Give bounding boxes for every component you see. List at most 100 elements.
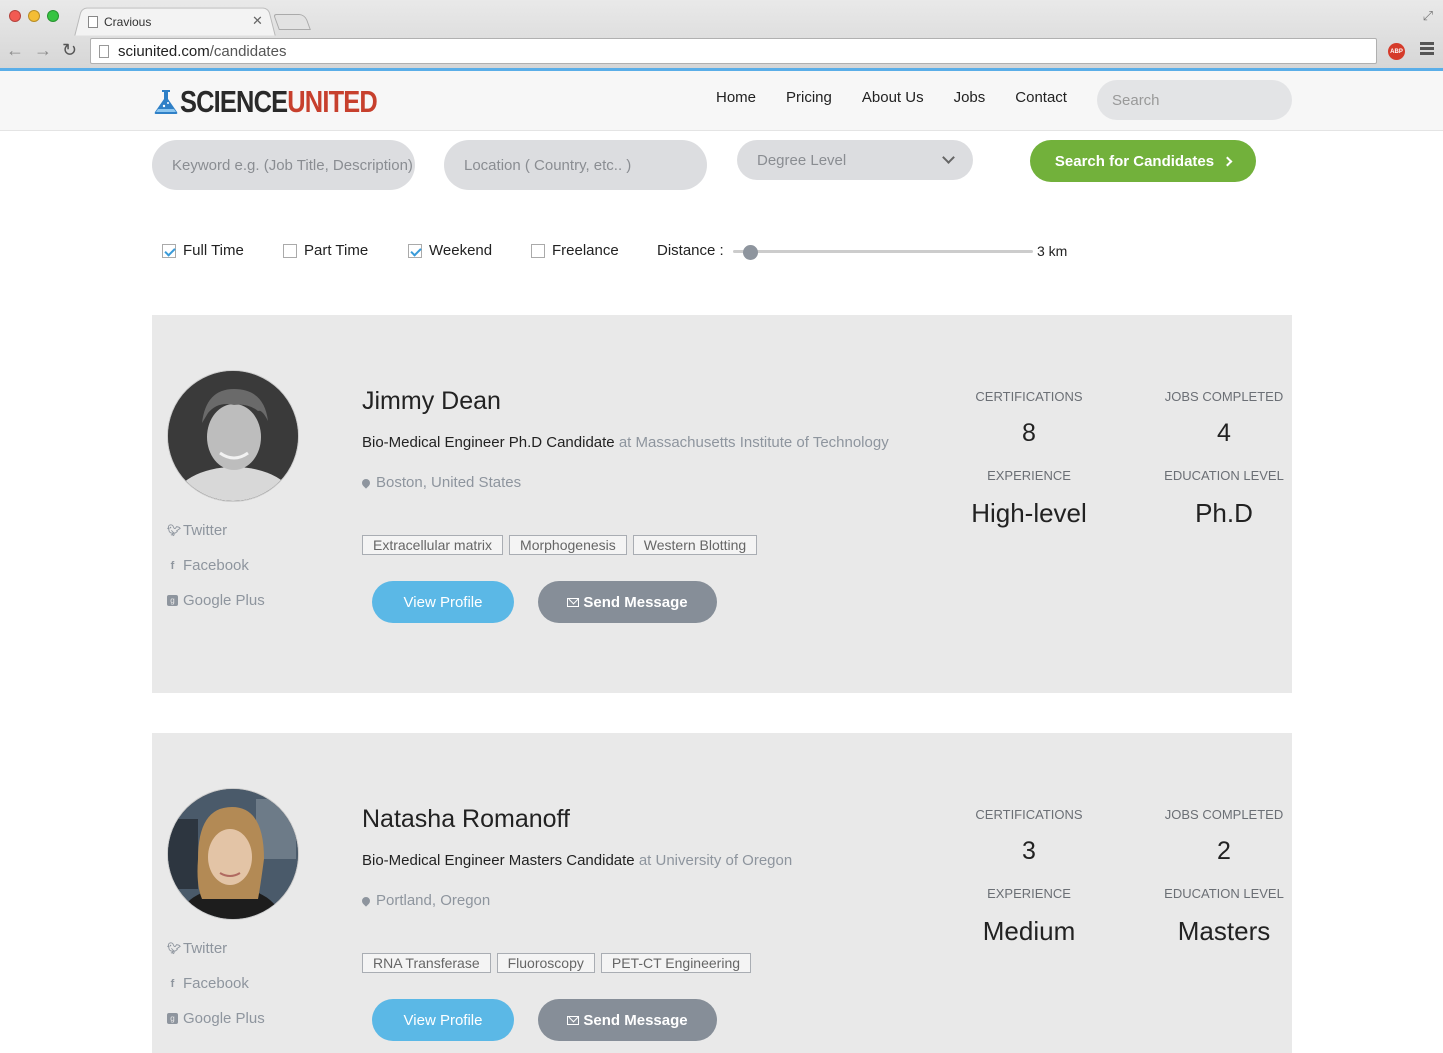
jobs-completed-label: JOBS COMPLETED [1164, 389, 1284, 404]
skill-tag[interactable]: PET-CT Engineering [600, 953, 752, 973]
browser-chrome: Cravious ✕ ⤢ ← → ↻ sciunited.com/candida… [0, 0, 1443, 70]
experience-value: Medium [982, 916, 1076, 946]
close-window-icon[interactable] [9, 10, 21, 22]
skill-tag[interactable]: Morphogenesis [509, 535, 627, 555]
back-icon[interactable]: ← [6, 40, 24, 61]
candidate-role: Bio-Medical Engineer Ph.D Candidate [362, 434, 615, 451]
checkbox-label: Part Time [304, 242, 369, 259]
skill-tag[interactable]: Western Blotting [632, 535, 758, 555]
search-candidates-label: Search for Candidates [1054, 152, 1215, 170]
send-message-button[interactable]: Send Message [538, 999, 717, 1041]
address-bar[interactable]: sciunited.com/candidates [90, 38, 1377, 64]
new-tab-button[interactable] [273, 14, 311, 30]
map-pin-icon [360, 894, 372, 907]
candidate-card: 🐦︎ Twitter f Facebook g Google Plus Jimm… [152, 315, 1292, 693]
send-message-button[interactable]: Send Message [538, 581, 717, 623]
twitter-link[interactable]: 🐦︎ Twitter [167, 522, 227, 539]
zoom-window-icon[interactable] [47, 10, 59, 22]
skill-tag[interactable]: Extracellular matrix [362, 535, 504, 555]
checkbox-full-time[interactable]: Full Time [162, 242, 244, 259]
envelope-icon [567, 1015, 580, 1025]
skill-tag[interactable]: Fluoroscopy [496, 953, 595, 973]
checkbox-box[interactable] [531, 243, 545, 258]
map-pin-icon [360, 476, 372, 489]
checkbox-box[interactable] [408, 243, 422, 258]
avatar[interactable] [167, 370, 299, 502]
minimize-window-icon[interactable] [28, 10, 40, 22]
certifications-label: CERTIFICATIONS [975, 807, 1083, 822]
candidate-title: Bio-Medical Engineer Ph.D Candidate at M… [362, 434, 889, 451]
candidate-location: Portland, Oregon [360, 892, 490, 909]
experience-label: EXPERIENCE [987, 886, 1071, 901]
checkbox-weekend[interactable]: Weekend [408, 242, 492, 259]
keyword-input[interactable] [152, 140, 415, 190]
main-nav: Home Pricing About Us Jobs Contact [716, 89, 1067, 106]
skill-tags: Extracellular matrix Morphogenesis Weste… [362, 535, 758, 555]
checkbox-part-time[interactable]: Part Time [283, 242, 368, 259]
view-profile-button[interactable]: View Profile [372, 999, 514, 1041]
browser-toolbar: ← → ↻ sciunited.com/candidates ABP [0, 36, 1443, 68]
facebook-link[interactable]: f Facebook [167, 975, 249, 992]
avatar[interactable] [167, 788, 299, 920]
candidate-institution: at Massachusetts Institute of Technology [618, 434, 889, 451]
education-level-value: Masters [1177, 916, 1271, 946]
facebook-link[interactable]: f Facebook [167, 557, 249, 574]
url-path: /candidates [209, 42, 287, 60]
candidate-photo [168, 789, 298, 919]
skill-tag[interactable]: RNA Transferase [362, 953, 491, 973]
distance-slider-handle[interactable] [743, 245, 758, 260]
nav-contact[interactable]: Contact [1015, 89, 1067, 106]
distance-slider-track[interactable] [733, 250, 1033, 253]
google-plus-link[interactable]: g Google Plus [167, 1010, 265, 1027]
browser-menu-icon[interactable] [1420, 42, 1434, 57]
degree-level-select[interactable]: Degree Level [737, 140, 973, 180]
fullscreen-icon[interactable]: ⤢ [1423, 8, 1433, 24]
nav-pricing[interactable]: Pricing [786, 89, 832, 106]
google-plus-link[interactable]: g Google Plus [167, 592, 265, 609]
facebook-icon: f [170, 559, 175, 572]
candidate-name[interactable]: Jimmy Dean [362, 387, 501, 416]
checkbox-box[interactable] [162, 243, 176, 258]
twitter-link[interactable]: 🐦︎ Twitter [167, 940, 227, 957]
checkbox-box[interactable] [283, 243, 297, 258]
education-level-label: EDUCATION LEVEL [1164, 886, 1284, 901]
google-plus-label: Google Plus [183, 1010, 265, 1027]
nav-jobs[interactable]: Jobs [954, 89, 986, 106]
site-search-input[interactable] [1097, 80, 1292, 120]
adblock-icon[interactable]: ABP [1388, 43, 1405, 60]
search-candidates-button[interactable]: Search for Candidates [1030, 140, 1256, 182]
candidate-location-text: Boston, United States [376, 474, 522, 491]
candidate-photo [168, 371, 298, 501]
facebook-label: Facebook [183, 975, 249, 992]
skill-tags: RNA Transferase Fluoroscopy PET-CT Engin… [362, 953, 752, 973]
twitter-icon: 🐦︎ [167, 525, 181, 537]
checkbox-label: Weekend [429, 242, 493, 259]
location-input[interactable] [444, 140, 707, 190]
facebook-label: Facebook [183, 557, 249, 574]
jobs-completed-label: JOBS COMPLETED [1164, 807, 1284, 822]
close-tab-icon[interactable]: ✕ [252, 13, 263, 29]
education-level-value: Ph.D [1195, 498, 1253, 528]
window-controls [9, 10, 59, 22]
forward-icon[interactable]: → [34, 40, 52, 61]
twitter-label: Twitter [183, 522, 228, 539]
url-domain: sciunited.com [118, 42, 210, 60]
site-logo[interactable]: SCIENCEUNITED [152, 84, 420, 120]
certifications-value: 8 [1022, 419, 1036, 447]
jobs-completed-value: 4 [1217, 419, 1231, 447]
education-level-label: EDUCATION LEVEL [1164, 468, 1284, 483]
nav-about-us[interactable]: About Us [862, 89, 924, 106]
candidate-name[interactable]: Natasha Romanoff [362, 805, 570, 834]
google-plus-label: Google Plus [183, 592, 265, 609]
send-message-label: Send Message [583, 1011, 688, 1029]
checkbox-freelance[interactable]: Freelance [531, 242, 619, 259]
certifications-value: 3 [1022, 837, 1036, 865]
view-profile-button[interactable]: View Profile [372, 581, 514, 623]
twitter-label: Twitter [183, 940, 228, 957]
distance-label: Distance : [657, 242, 724, 259]
page-icon [99, 44, 109, 58]
jobs-completed-value: 2 [1217, 837, 1231, 865]
candidate-location: Boston, United States [360, 474, 522, 491]
reload-icon[interactable]: ↻ [62, 40, 77, 61]
nav-home[interactable]: Home [716, 89, 756, 106]
